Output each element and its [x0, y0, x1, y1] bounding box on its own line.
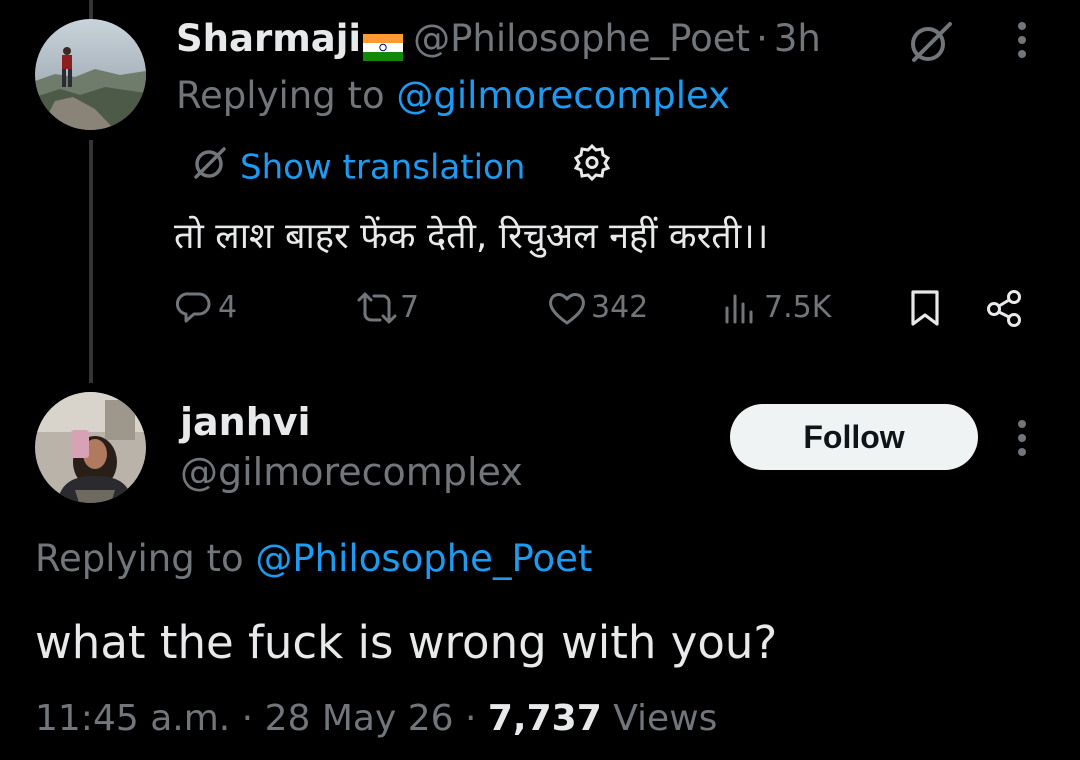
- handle[interactable]: @Philosophe_Poet: [413, 17, 750, 60]
- share-icon: [984, 288, 1024, 328]
- replying-to-link[interactable]: @Philosophe_Poet: [255, 537, 592, 580]
- repost-button[interactable]: 7: [356, 285, 419, 331]
- repost-count: 7: [400, 290, 420, 325]
- replying-to: Replying to @Philosophe_Poet: [35, 534, 592, 584]
- display-name[interactable]: janhvi: [180, 398, 311, 446]
- replying-prefix: Replying to: [176, 74, 385, 117]
- views-label: Views: [613, 698, 718, 739]
- views-count: 7,737: [487, 698, 602, 739]
- follow-button[interactable]: Follow: [730, 404, 978, 470]
- replying-to: Replying to @gilmorecomplex: [176, 73, 730, 119]
- more-icon[interactable]: [1016, 418, 1028, 458]
- avatar-janhvi[interactable]: [35, 392, 146, 503]
- separator: ·: [756, 17, 768, 60]
- settings-icon[interactable]: [572, 142, 612, 193]
- bookmark-icon: [908, 288, 942, 328]
- share-button[interactable]: [984, 285, 1024, 331]
- india-flag-icon: [363, 24, 404, 61]
- tweet-date[interactable]: 28 May 26: [265, 698, 454, 739]
- separator: ·: [464, 698, 477, 739]
- tweet-text: तो लाश बाहर फेंक देती, रिचुअल नहीं करती।…: [174, 216, 769, 257]
- separator: ·: [241, 698, 254, 739]
- translate-icon: [190, 142, 230, 193]
- reply-button[interactable]: 4: [176, 285, 237, 331]
- tweet-header: Sharmaji @Philosophe_Poet · 3h: [176, 14, 821, 64]
- views-button[interactable]: 7.5K: [722, 285, 831, 331]
- like-button[interactable]: 342: [547, 285, 648, 331]
- views-icon: [722, 290, 758, 326]
- like-count: 342: [591, 290, 649, 325]
- reply-icon: [176, 290, 212, 326]
- translation-row: Show translation: [190, 142, 612, 193]
- reply-count: 4: [218, 290, 238, 325]
- like-icon: [547, 290, 587, 326]
- more-icon[interactable]: [1016, 20, 1028, 60]
- thread-line: [89, 140, 93, 383]
- show-translation-link[interactable]: Show translation: [240, 148, 525, 188]
- display-name[interactable]: Sharmaji: [176, 17, 361, 60]
- replying-to-link[interactable]: @gilmorecomplex: [396, 74, 730, 117]
- views-count: 7.5K: [764, 290, 832, 325]
- tweet-meta: 11:45 a.m. · 28 May 26 · 7,737 Views: [35, 695, 717, 743]
- timestamp[interactable]: 3h: [774, 17, 821, 60]
- replying-prefix: Replying to: [35, 537, 244, 580]
- tweet-text: what the fuck is wrong with you?: [35, 616, 778, 669]
- tweet-time[interactable]: 11:45 a.m.: [35, 698, 230, 739]
- handle[interactable]: @gilmorecomplex: [180, 448, 523, 496]
- avatar-sharmaji[interactable]: [35, 19, 146, 130]
- bookmark-button[interactable]: [908, 285, 942, 331]
- grok-icon[interactable]: [904, 16, 956, 68]
- repost-icon: [356, 290, 398, 326]
